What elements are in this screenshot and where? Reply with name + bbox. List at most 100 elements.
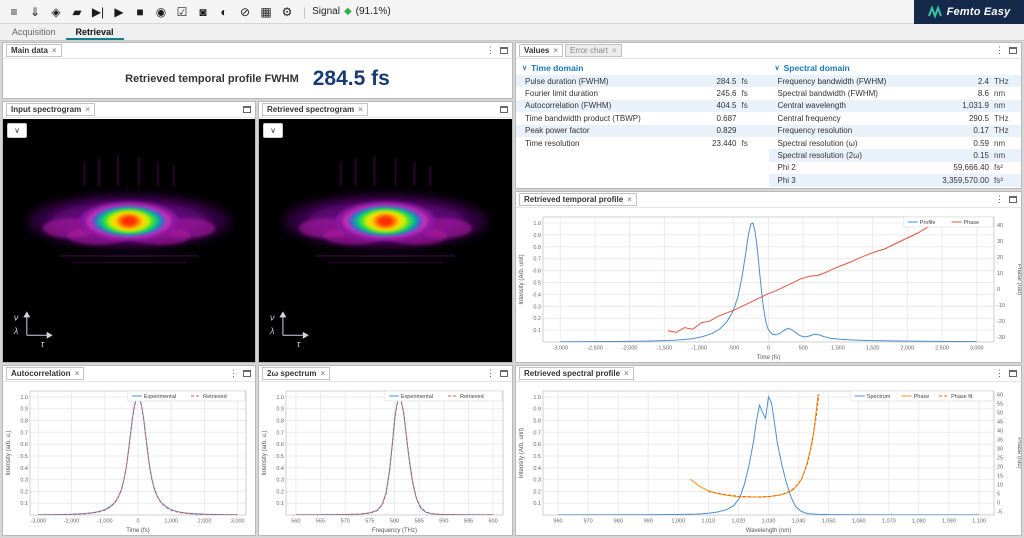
main-data-body: Retrieved temporal profile FWHM 284.5 fs xyxy=(3,60,512,98)
tab-retrieval[interactable]: Retrieval xyxy=(65,24,124,40)
kebab-menu-icon[interactable]: ⋮ xyxy=(486,46,495,55)
kebab-menu-icon[interactable]: ⋮ xyxy=(995,46,1004,55)
menu-icon[interactable]: ≡ xyxy=(4,2,24,22)
panel-header: Input spectrogram × xyxy=(3,102,255,118)
close-icon[interactable]: × xyxy=(627,195,632,204)
stop-icon[interactable]: ■ xyxy=(130,2,150,22)
svg-text:1,040: 1,040 xyxy=(792,519,806,525)
grid-icon[interactable]: ▦ xyxy=(256,2,276,22)
value-row: Spectral resolution (2ω) 0.15 nm xyxy=(768,149,1021,162)
spectrogram-menu-button[interactable]: ∨ xyxy=(7,123,27,138)
fwhm-value: 284.5 fs xyxy=(312,67,390,90)
value-label: Central wavelength xyxy=(777,101,846,111)
svg-text:1,000: 1,000 xyxy=(164,519,178,525)
svg-text:0.7: 0.7 xyxy=(276,430,284,436)
values-panel: Values × Error chart × ⋮ ∨ Time domain Pul… xyxy=(515,42,1022,189)
svg-text:Intensity (Arb. unit): Intensity (Arb. unit) xyxy=(519,428,525,478)
close-icon[interactable]: × xyxy=(624,369,629,378)
maximize-icon[interactable] xyxy=(500,47,508,54)
svg-text:0.8: 0.8 xyxy=(533,419,541,425)
svg-text:Time (fs): Time (fs) xyxy=(757,355,780,361)
kebab-menu-icon[interactable]: ⋮ xyxy=(229,369,238,378)
svg-text:2,500: 2,500 xyxy=(935,346,949,352)
maximize-icon[interactable] xyxy=(1009,370,1017,377)
value-label: Spectral bandwidth (FWHM) xyxy=(777,89,878,99)
svg-text:Phase (rad): Phase (rad) xyxy=(1016,264,1021,295)
kebab-menu-icon[interactable]: ⋮ xyxy=(995,195,1004,204)
skip-end-icon[interactable]: ▶| xyxy=(88,2,108,22)
tab-temporal-profile[interactable]: Retrieved temporal profile × xyxy=(519,193,637,206)
maximize-icon[interactable] xyxy=(500,106,508,113)
svg-text:30: 30 xyxy=(997,239,1003,245)
value-number: 0.15 xyxy=(973,151,989,161)
tab-spectrum-2w[interactable]: 2ω spectrum × xyxy=(262,367,331,380)
maximize-icon[interactable] xyxy=(500,370,508,377)
save-icon[interactable]: ⇓ xyxy=(25,2,45,22)
svg-text:2,000: 2,000 xyxy=(198,519,212,525)
tab-label: Error chart xyxy=(570,46,608,55)
kebab-menu-icon[interactable]: ⋮ xyxy=(995,369,1004,378)
retrieved-spectrogram-canvas: ∨ ν λ τ xyxy=(259,119,512,362)
settings-icon[interactable]: ⚙ xyxy=(277,2,297,22)
spectrogram-menu-button[interactable]: ∨ xyxy=(263,123,283,138)
tab-retrieved-spectrogram[interactable]: Retrieved spectrogram × xyxy=(262,103,368,116)
autocorrelation-chart: -3,000 -2,000 -1,000 0 1,000 2,000 3,000 0.1 0.2… xyxy=(3,383,255,535)
svg-text:0.2: 0.2 xyxy=(20,489,28,495)
maximize-icon[interactable] xyxy=(243,106,251,113)
tab-input-spectrogram[interactable]: Input spectrogram × xyxy=(6,103,95,116)
svg-text:0.5: 0.5 xyxy=(533,281,541,287)
close-icon[interactable]: × xyxy=(85,105,90,114)
section-header[interactable]: ∨ Time domain xyxy=(516,60,769,75)
femto-easy-logo: Femto Easy xyxy=(914,0,1024,24)
tab-spectral-profile[interactable]: Retrieved spectral profile × xyxy=(519,367,634,380)
close-icon[interactable]: × xyxy=(75,369,80,378)
svg-text:Intensity (Arb. unit): Intensity (Arb. unit) xyxy=(519,254,525,304)
svg-text:0.6: 0.6 xyxy=(20,442,28,448)
value-unit: THz xyxy=(994,113,1009,123)
value-label: Central frequency xyxy=(777,113,841,123)
svg-text:-1,500: -1,500 xyxy=(657,346,673,352)
svg-text:35: 35 xyxy=(997,438,1003,444)
svg-text:-10: -10 xyxy=(997,303,1005,309)
fwhm-label: Retrieved temporal profile FWHM xyxy=(125,73,299,85)
value-unit: fs² xyxy=(994,163,1003,173)
logo-waveform-icon xyxy=(927,5,942,19)
maximize-icon[interactable] xyxy=(1009,196,1017,203)
tab-error-chart[interactable]: Error chart × xyxy=(565,44,622,57)
cancel-icon[interactable]: ⊘ xyxy=(235,2,255,22)
contrast-icon[interactable]: ◐ xyxy=(214,2,234,22)
close-icon[interactable]: × xyxy=(553,46,558,55)
svg-text:0.4: 0.4 xyxy=(533,292,541,298)
svg-text:1,020: 1,020 xyxy=(732,519,746,525)
kebab-menu-icon[interactable]: ⋮ xyxy=(486,369,495,378)
tab-acquisition[interactable]: Acquisition xyxy=(2,24,66,40)
maximize-icon[interactable] xyxy=(243,370,251,377)
temporal-profile-panel: Retrieved temporal profile × ⋮ -3,000 -2,… xyxy=(515,191,1022,363)
value-row: Central wavelength 1,031.9 nm xyxy=(768,99,1021,113)
close-icon[interactable]: × xyxy=(358,105,363,114)
value-number: 0.829 xyxy=(716,126,737,136)
maximize-icon[interactable] xyxy=(1009,47,1017,54)
tab-main-data[interactable]: Main data × xyxy=(6,44,62,57)
svg-text:0.7: 0.7 xyxy=(533,257,541,263)
eraser-icon[interactable]: ▰ xyxy=(67,2,87,22)
camera-icon[interactable]: ◉ xyxy=(151,2,171,22)
svg-text:960: 960 xyxy=(553,519,562,525)
section-header[interactable]: ∨ Spectral domain xyxy=(769,60,1022,75)
svg-text:1,050: 1,050 xyxy=(822,519,836,525)
svg-text:Retrieved: Retrieved xyxy=(203,394,227,400)
close-icon[interactable]: × xyxy=(612,46,617,55)
svg-text:Phase fit: Phase fit xyxy=(951,394,973,400)
close-icon[interactable]: × xyxy=(320,369,325,378)
close-icon[interactable]: × xyxy=(52,46,57,55)
tab-autocorrelation[interactable]: Autocorrelation × xyxy=(6,367,85,380)
svg-text:1,070: 1,070 xyxy=(882,519,896,525)
play-icon[interactable]: ▶ xyxy=(109,2,129,22)
thumbs-up-icon[interactable]: ☑ xyxy=(172,2,192,22)
tab-values[interactable]: Values × xyxy=(519,44,564,57)
section-title: Time domain xyxy=(531,63,584,73)
video-icon[interactable]: ◙ xyxy=(193,2,213,22)
value-number: 8.6 xyxy=(977,89,989,99)
svg-text:0: 0 xyxy=(767,346,770,352)
tag-icon[interactable]: ◈ xyxy=(46,2,66,22)
